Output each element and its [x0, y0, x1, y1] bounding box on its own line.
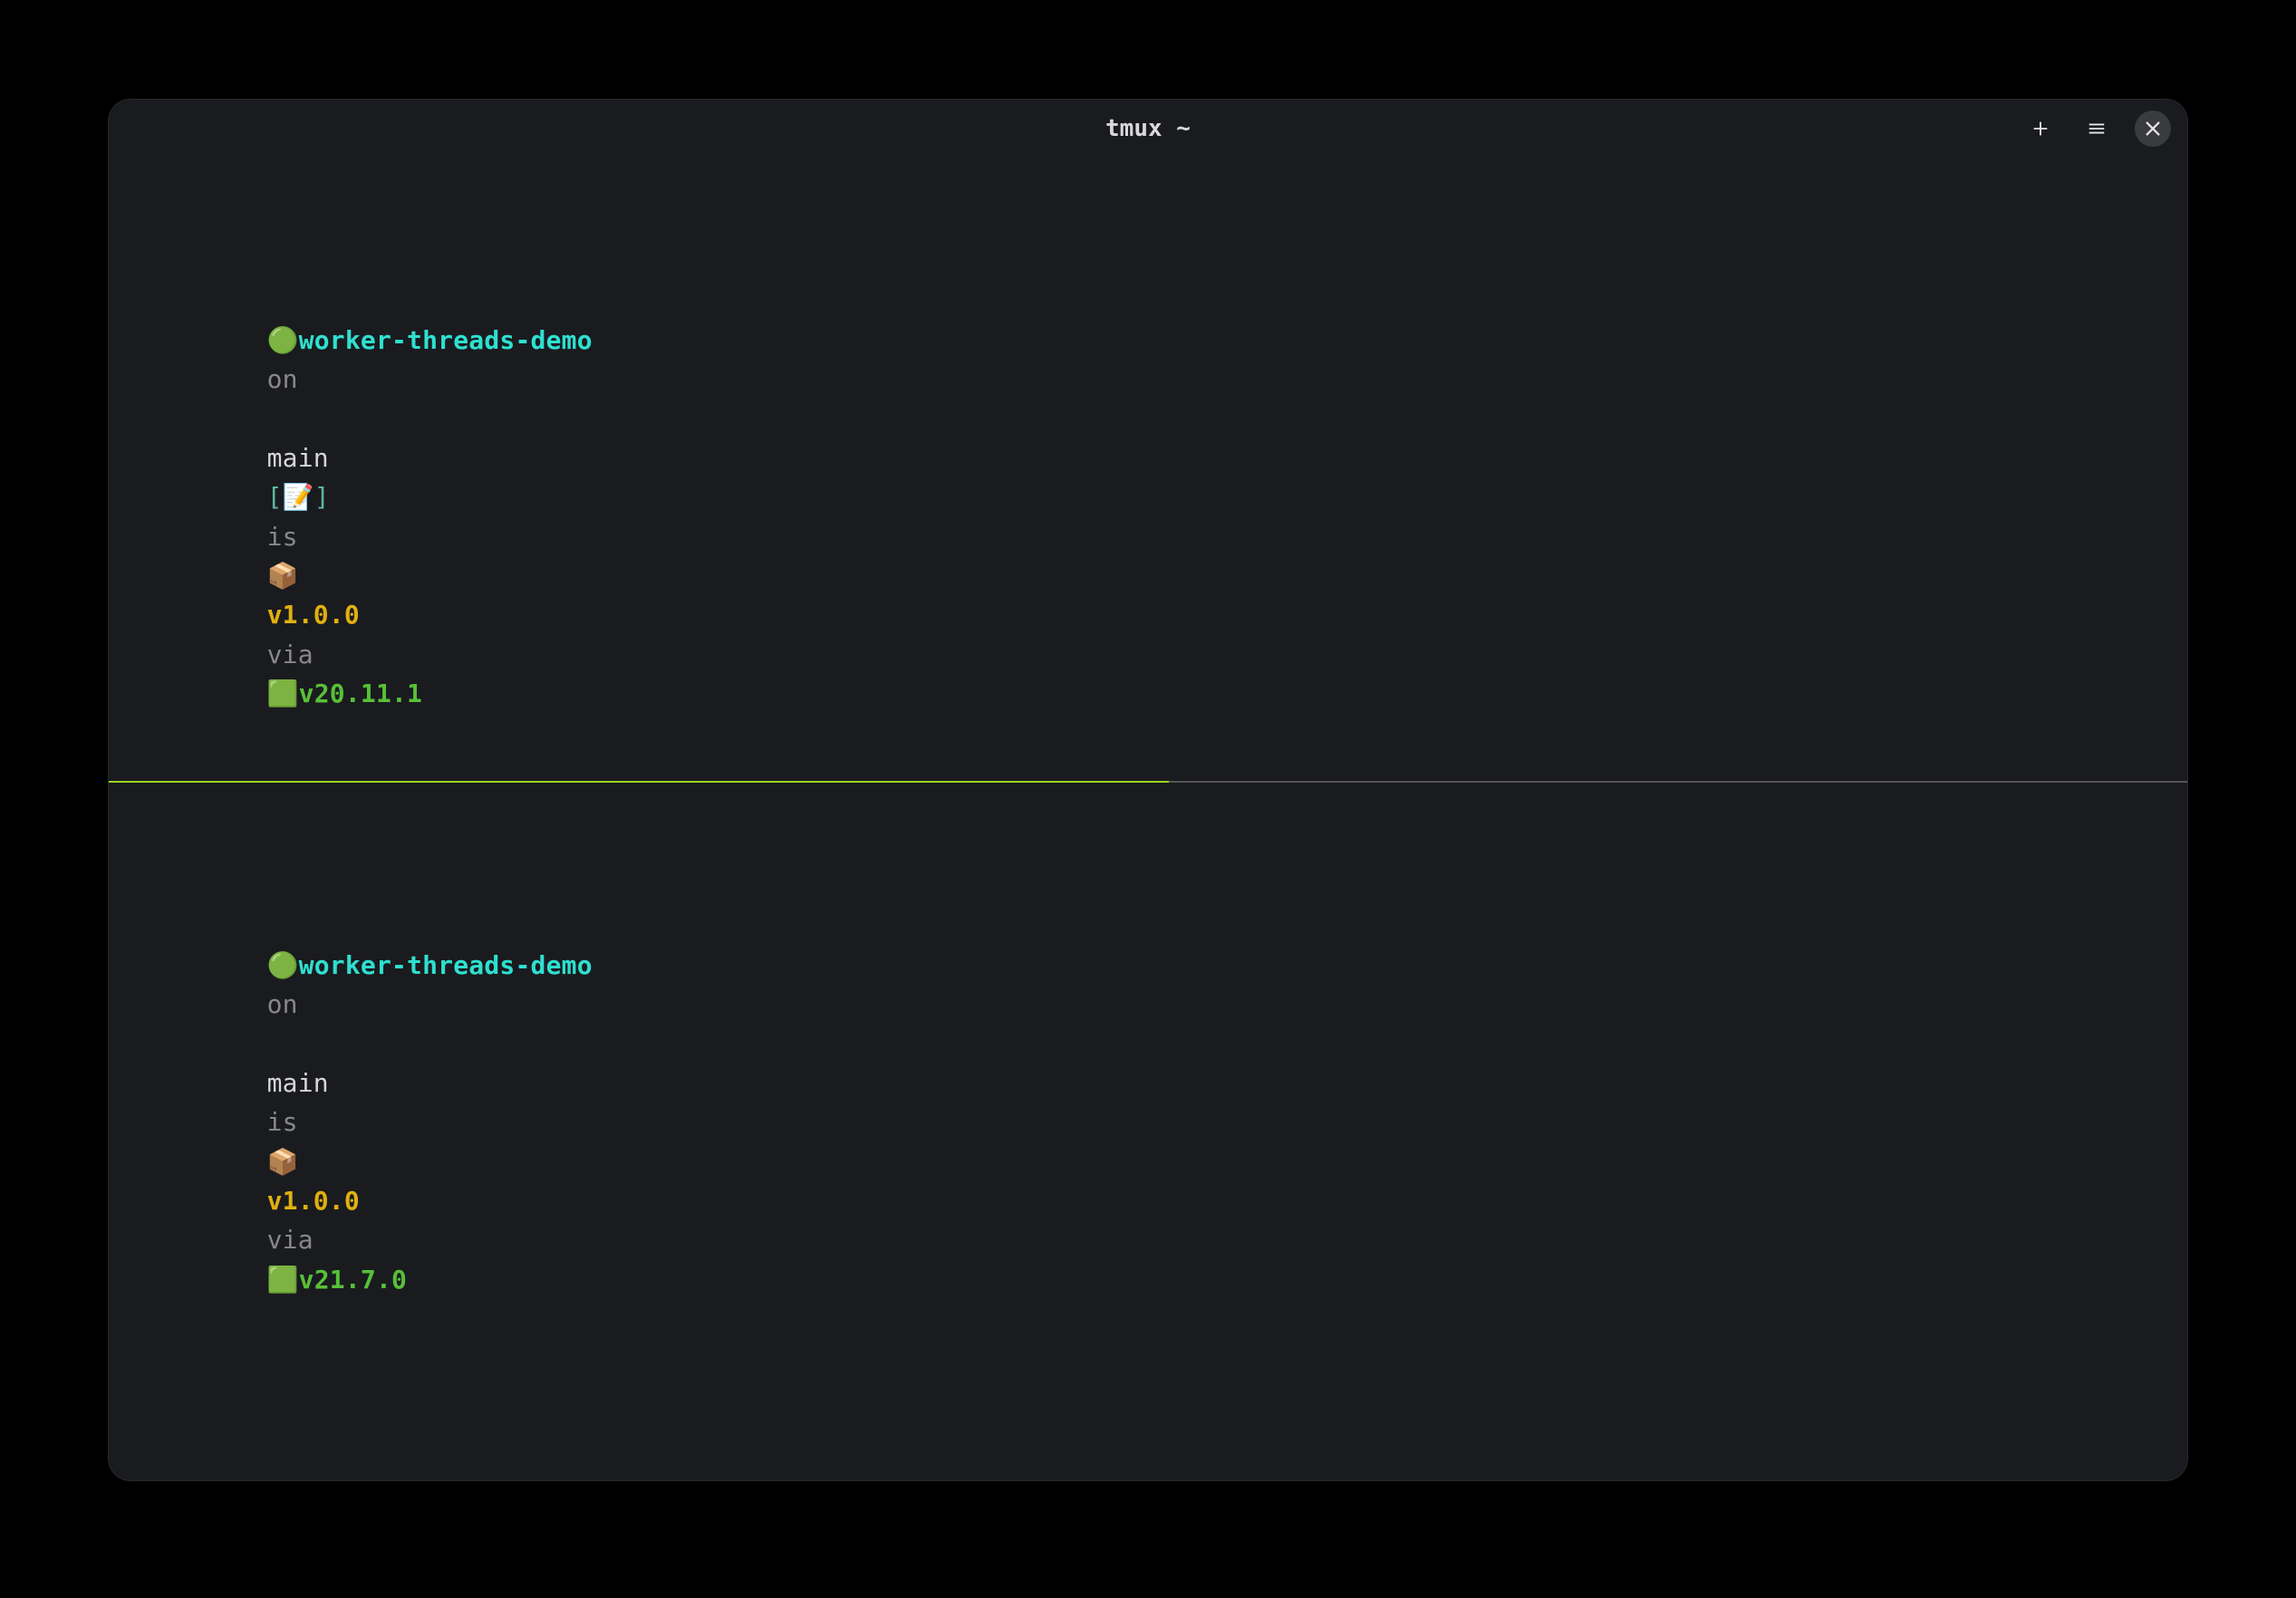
window-controls	[2022, 100, 2171, 158]
close-button[interactable]	[2135, 111, 2171, 147]
status-dot-icon: 🟢	[267, 325, 299, 355]
tmux-pane-top[interactable]: 🟢worker-threads-demo on main [📝] is 📦 v1…	[109, 158, 2187, 781]
plus-icon	[2031, 119, 2050, 139]
git-branch: main	[267, 443, 329, 473]
terminal-window: tmux ~ 🟢worker-threads-demo o	[109, 100, 2187, 1480]
node-version: v20.11.1	[299, 679, 422, 708]
tmux-pane-bottom[interactable]: 🟢worker-threads-demo on main is 📦 v1.0.0…	[109, 783, 2187, 1480]
cwd: worker-threads-demo	[299, 325, 593, 355]
package-icon: 📦	[267, 561, 299, 591]
node-icon: 🟩	[267, 679, 299, 708]
menu-button[interactable]	[2079, 111, 2115, 147]
window-title: tmux ~	[1105, 115, 1191, 142]
prompt-line: 🟢worker-threads-demo on main is 📦 v1.0.0…	[112, 906, 2184, 1338]
titlebar: tmux ~	[109, 100, 2187, 158]
package-version: v1.0.0	[267, 1186, 360, 1216]
package-version: v1.0.0	[267, 600, 360, 630]
node-icon: 🟩	[267, 1265, 299, 1295]
status-dot-icon: 🟢	[267, 950, 299, 980]
package-icon: 📦	[267, 1147, 299, 1177]
new-tab-button[interactable]	[2022, 111, 2059, 147]
node-version: v21.7.0	[299, 1265, 407, 1295]
cwd: worker-threads-demo	[299, 950, 593, 980]
terminal-body[interactable]: 🟢worker-threads-demo on main [📝] is 📦 v1…	[109, 158, 2187, 1480]
prompt-line: 🟢worker-threads-demo on main [📝] is 📦 v1…	[112, 281, 2184, 753]
menu-icon	[2087, 119, 2107, 139]
close-icon	[2143, 119, 2163, 139]
command-line: 🐟 ✅ curl http://localhost:3000/non-block…	[112, 1457, 2184, 1480]
modified-icon: 📝	[283, 482, 314, 512]
git-branch: main	[267, 1068, 329, 1098]
